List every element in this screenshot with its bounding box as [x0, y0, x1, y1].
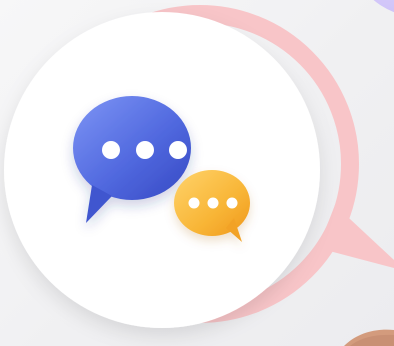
- illustration-scene: [0, 0, 394, 346]
- lavender-blob-shape: [373, 0, 394, 13]
- pink-ring-tail-shape: [318, 205, 394, 268]
- illustration-svg: [4, 0, 394, 346]
